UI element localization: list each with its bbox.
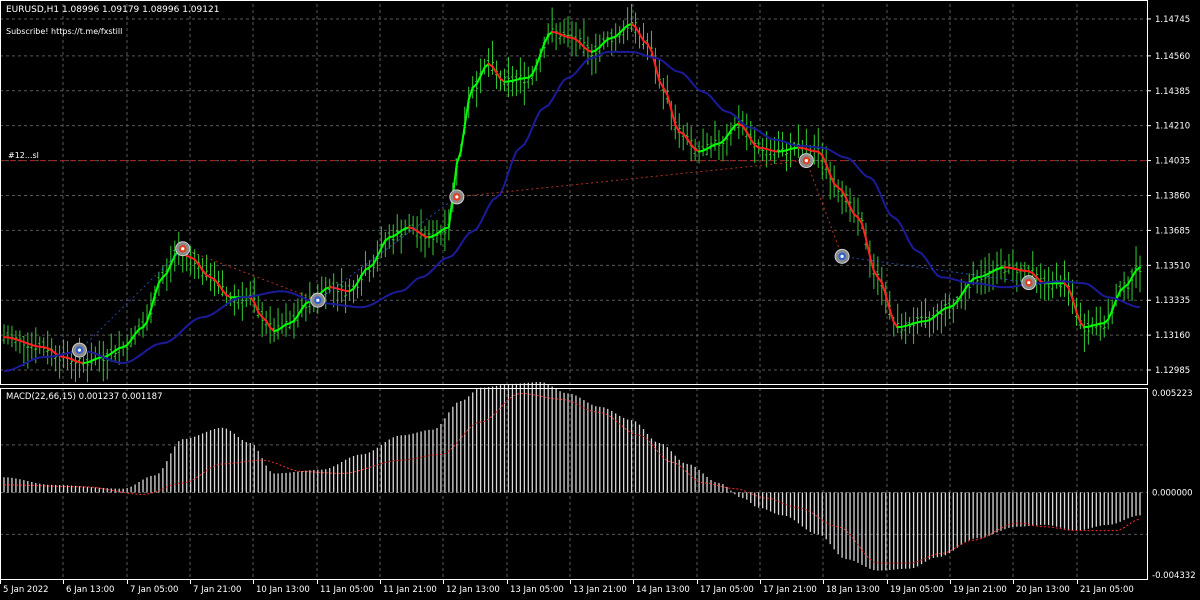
price-tick-label: 1.13860 bbox=[1155, 191, 1190, 201]
time-tick-label: 5 Jan 2022 bbox=[3, 585, 49, 595]
price-tick-label: 1.14745 bbox=[1155, 15, 1190, 25]
price-tick-label: 1.13160 bbox=[1155, 331, 1190, 341]
price-tick-label: 1.12985 bbox=[1155, 366, 1190, 376]
price-tick-label: 1.14035 bbox=[1155, 157, 1190, 167]
sell-marker-icon bbox=[1021, 275, 1037, 291]
macd-title: MACD(22,66,15) 0.001237 0.001187 bbox=[6, 392, 162, 402]
macd-tick-label: 0.005223 bbox=[1152, 389, 1193, 399]
time-tick-label: 11 Jan 05:00 bbox=[320, 585, 374, 595]
macd-tick-label: -0.004332 bbox=[1152, 571, 1196, 581]
symbol-info: EURUSD,H1 1.08996 1.09179 1.08996 1.0912… bbox=[6, 5, 219, 15]
sell-marker-icon bbox=[449, 189, 465, 205]
time-tick-label: 14 Jan 13:00 bbox=[636, 585, 690, 595]
marker-center bbox=[1027, 281, 1031, 285]
marker-center bbox=[181, 247, 185, 251]
time-tick-label: 20 Jan 13:00 bbox=[1016, 585, 1070, 595]
subscribe-link[interactable]: Subscribe! https://t.me/fxstill bbox=[6, 27, 122, 36]
marker-center bbox=[77, 348, 82, 352]
price-tick-label: 1.13510 bbox=[1155, 261, 1190, 271]
time-tick-label: 11 Jan 21:00 bbox=[383, 585, 437, 595]
time-tick-label: 19 Jan 21:00 bbox=[953, 585, 1007, 595]
time-tick-label: 21 Jan 05:00 bbox=[1080, 585, 1134, 595]
trading-chart[interactable]: 1.14745 1.14560 1.14385 1.14210 1.14035 1.138… bbox=[0, 0, 1200, 600]
time-tick-label: 6 Jan 13:00 bbox=[66, 585, 114, 595]
sell-marker-icon bbox=[798, 153, 814, 169]
marker-center bbox=[840, 254, 844, 258]
time-tick-label: 13 Jan 05:00 bbox=[510, 585, 564, 595]
time-tick-label: 17 Jan 21:00 bbox=[763, 585, 817, 595]
buy-marker-icon bbox=[834, 248, 850, 264]
time-tick-label: 13 Jan 21:00 bbox=[573, 585, 627, 595]
marker-center bbox=[316, 298, 320, 302]
buy-marker-icon bbox=[310, 292, 326, 308]
sell-marker-icon bbox=[175, 241, 191, 257]
price-tick-label: 1.13685 bbox=[1155, 226, 1190, 236]
time-tick-label: 7 Jan 05:00 bbox=[130, 585, 178, 595]
level-label: #12...sl bbox=[8, 151, 39, 160]
price-tick-label: 1.14385 bbox=[1155, 87, 1190, 97]
price-tick-label: 1.13335 bbox=[1155, 296, 1190, 306]
time-tick-label: 7 Jan 21:00 bbox=[193, 585, 241, 595]
buy-marker-icon bbox=[71, 342, 87, 358]
time-tick-label: 19 Jan 05:00 bbox=[890, 585, 944, 595]
marker-center bbox=[804, 158, 808, 163]
time-tick-label: 18 Jan 13:00 bbox=[826, 585, 880, 595]
price-tick-label: 1.14210 bbox=[1155, 122, 1190, 132]
macd-tick-label: 0.000000 bbox=[1152, 488, 1193, 498]
price-tick-label: 1.14560 bbox=[1155, 52, 1190, 62]
time-tick-label: 12 Jan 13:00 bbox=[446, 585, 500, 595]
marker-center bbox=[455, 195, 459, 199]
time-tick-label: 17 Jan 05:00 bbox=[700, 585, 754, 595]
time-tick-label: 10 Jan 13:00 bbox=[256, 585, 310, 595]
